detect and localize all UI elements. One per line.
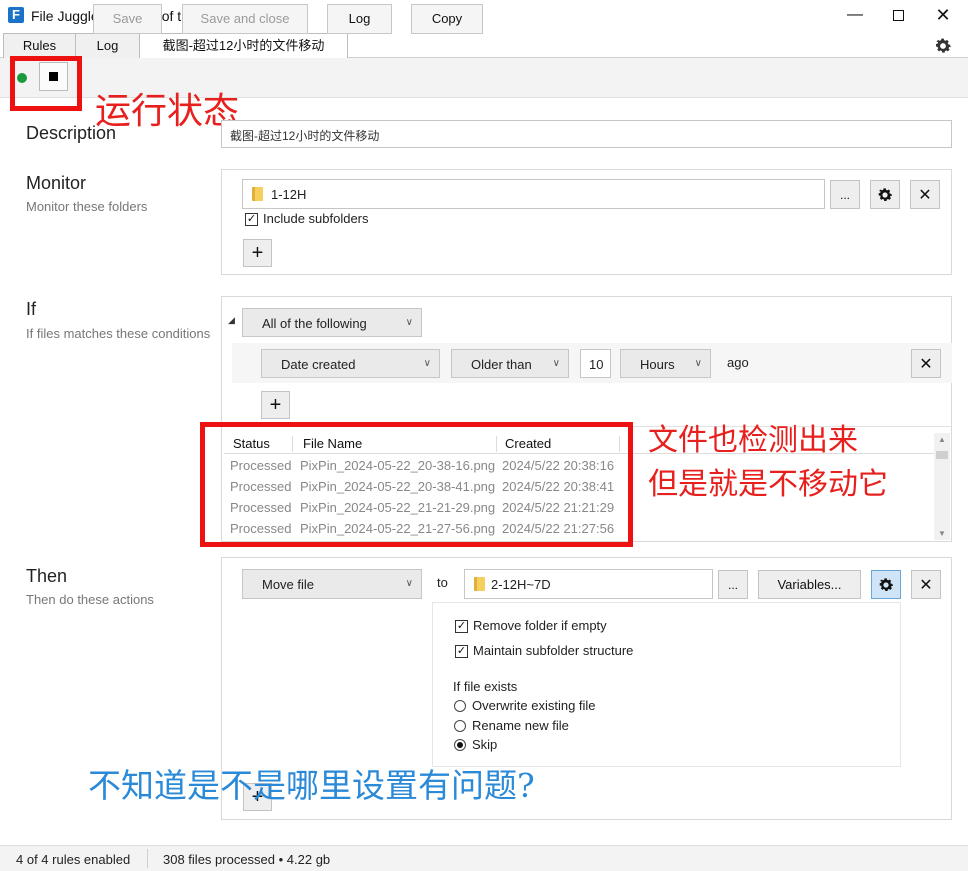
monitor-settings-button[interactable] [870,180,900,209]
action-settings-button[interactable] [871,570,901,599]
monitor-remove-button[interactable]: ✕ [910,180,940,209]
conditions-title: If [26,299,37,319]
files-processed-status: 308 files processed • 4.22 gb [163,852,331,867]
remove-folder-label: Remove folder if empty [473,618,607,633]
condition-unit-value: Hours [640,357,675,372]
actions-subtitle: Then do these actions [26,592,154,607]
remove-folder-checkbox[interactable]: ✓ [455,620,468,633]
include-subfolders-label: Include subfolders [263,211,369,226]
condition-mode-select[interactable]: All of the following ∨ [242,308,422,337]
action-to-label: to [437,575,448,590]
condition-amount-input[interactable]: 10 [580,349,611,378]
maintain-structure-label: Maintain subfolder structure [473,643,634,658]
action-remove-button[interactable]: ✕ [911,570,941,599]
condition-field-value: Date created [281,357,356,372]
monitor-subtitle: Monitor these folders [26,199,148,214]
status-divider [147,849,148,868]
close-icon[interactable]: ✕ [920,0,966,30]
description-value: 截图-超过12小时的文件移动 [230,129,380,143]
overwrite-radio[interactable] [454,700,466,712]
conditions-subtitle: If files matches these conditions [26,326,211,341]
annotation-question: 不知道是不是哪里设置有问题? [88,766,535,805]
actions-title: Then [26,566,68,586]
description-title: Description [26,123,117,143]
copy-button[interactable]: Copy [411,4,483,34]
remove-icon: ✕ [918,186,932,204]
condition-amount-value: 10 [589,357,604,372]
maintain-structure-checkbox[interactable]: ✓ [455,645,468,658]
app-logo-icon: F [8,7,24,23]
overwrite-label: Overwrite existing file [472,698,596,713]
folder-icon [474,577,485,591]
add-folder-button[interactable]: + [243,239,272,267]
skip-radio[interactable] [454,739,466,751]
tab-strip: Rules Log 截图-超过12小时的文件移动 [0,33,968,59]
action-select[interactable]: Move file ∨ [242,569,422,599]
annotation-run-box [10,56,82,111]
condition-mode-value: All of the following [262,316,367,331]
condition-operator-select[interactable]: Older than ∨ [451,349,569,378]
tab-rules[interactable]: Rules [3,33,76,58]
gear-icon [878,187,893,201]
destination-folder-input[interactable]: 2-12H~7D [464,569,713,599]
monitor-folder-input[interactable]: 1-12H [242,179,825,209]
if-file-exists-label: If file exists [453,679,518,694]
tab-log[interactable]: Log [75,33,140,58]
chevron-down-icon: ∨ [552,358,560,369]
collapse-triangle-icon[interactable]: ◢ [228,315,235,326]
remove-icon: ✕ [919,355,933,373]
annotation-detected-line2: 但是就是不移动它 [648,467,888,502]
scroll-thumb[interactable] [936,451,948,459]
settings-gear-icon[interactable] [933,36,953,56]
condition-suffix: ago [727,355,749,370]
maximize-icon[interactable] [875,0,921,30]
save-button[interactable]: Save [93,4,162,34]
monitor-title: Monitor [26,173,87,193]
action-value: Move file [262,577,315,592]
chevron-down-icon: ∨ [423,358,431,369]
include-subfolders-checkbox[interactable]: ✓ [245,213,258,226]
monitor-folder-value: 1-12H [271,187,307,202]
chevron-down-icon: ∨ [405,578,413,589]
destination-folder-value: 2-12H~7D [491,577,551,592]
remove-icon: ✕ [919,576,933,594]
scroll-down-icon[interactable]: ▼ [938,529,946,538]
annotation-run-state: 运行状态 [95,91,240,132]
monitor-browse-button[interactable]: ... [830,180,860,209]
rename-label: Rename new file [472,718,569,733]
condition-unit-select[interactable]: Hours ∨ [620,349,711,378]
folder-icon [252,187,263,201]
tab-rule-editor[interactable]: 截图-超过12小时的文件移动 [139,33,348,59]
minimize-icon[interactable]: — [832,0,878,30]
annotation-table-box [200,422,633,547]
skip-label: Skip [472,737,498,752]
variables-button[interactable]: Variables... [758,570,861,599]
annotation-detected-line1: 文件也检测出来 [648,423,858,458]
destination-browse-button[interactable]: ... [718,570,748,599]
rules-enabled-status: 4 of 4 rules enabled [16,852,131,867]
chevron-down-icon: ∨ [694,358,702,369]
log-button[interactable]: Log [327,4,392,34]
condition-field-select[interactable]: Date created ∨ [261,349,440,378]
scroll-up-icon[interactable]: ▲ [938,435,946,444]
add-condition-button[interactable]: + [261,391,290,419]
status-bar: 4 of 4 rules enabled 308 files processed… [0,845,968,871]
table-scrollbar[interactable]: ▲ ▼ [934,433,950,540]
save-and-close-button[interactable]: Save and close [182,4,308,34]
condition-remove-button[interactable]: ✕ [911,349,941,378]
condition-operator-value: Older than [471,357,532,372]
gear-icon [879,577,894,591]
description-input[interactable]: 截图-超过12小时的文件移动 [221,120,952,148]
rename-radio[interactable] [454,720,466,732]
chevron-down-icon: ∨ [405,317,413,328]
